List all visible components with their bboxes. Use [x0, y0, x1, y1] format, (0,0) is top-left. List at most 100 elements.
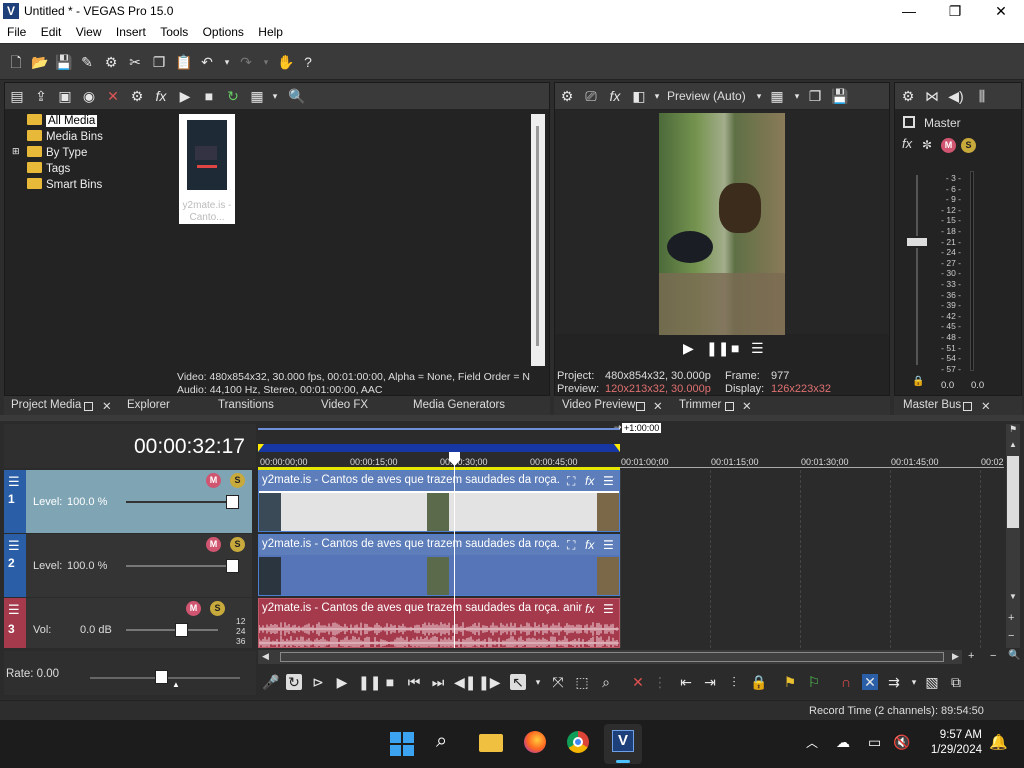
search-media-icon[interactable]: 🔍: [288, 88, 305, 104]
master-automation-icon[interactable]: ✼: [922, 138, 932, 153]
split-icon[interactable]: ⫶: [726, 674, 742, 690]
display-icon[interactable]: ▭: [868, 734, 881, 751]
ignore-grouping-icon[interactable]: ⧉: [948, 674, 964, 690]
zoom-tool-icon[interactable]: 🔍: [1008, 650, 1020, 661]
go-to-start-icon[interactable]: ⏮: [406, 674, 422, 690]
copy-snapshot-icon[interactable]: ❐: [807, 88, 823, 104]
firefox-icon[interactable]: [524, 731, 546, 753]
track-1-level-thumb[interactable]: [226, 495, 239, 509]
menu-insert[interactable]: Insert: [112, 23, 150, 39]
master-lock-icon[interactable]: 🔒: [912, 376, 924, 387]
tab-close-trimmer[interactable]: ✕: [742, 399, 752, 413]
ripple-dropdown-icon[interactable]: ▾: [906, 674, 922, 690]
menu-tools[interactable]: Tools: [156, 23, 192, 39]
track-2-video-clip[interactable]: y2mate.is - Cantos de aves que trazem sa…: [258, 534, 620, 596]
get-media-icon[interactable]: ◉: [81, 88, 97, 104]
track-1-header[interactable]: ☰ 1 M S Level: 100.0 %: [4, 470, 252, 533]
redo-dropdown-icon[interactable]: ▾: [258, 54, 274, 70]
tab-video-preview[interactable]: Video Preview: [562, 399, 635, 411]
envelope-tool-icon[interactable]: ⤧: [550, 674, 566, 690]
loop-region-bar[interactable]: [258, 444, 620, 452]
master-fx-icon[interactable]: fx: [902, 136, 912, 151]
zoom-in-horizontal-icon[interactable]: +: [968, 650, 974, 662]
loop-playback-icon[interactable]: ↻: [286, 674, 302, 690]
loop-end-marker[interactable]: [614, 444, 620, 452]
new-project-icon[interactable]: 🗋: [8, 54, 24, 70]
mixer-icon[interactable]: ⫼: [974, 88, 990, 104]
clip-3-fx-icon[interactable]: fx: [585, 602, 594, 616]
master-fader-handle[interactable]: [905, 236, 929, 248]
track-3-header[interactable]: ☰ 3 M S Vol: 0.0 dB 12 24 36: [4, 598, 252, 648]
master-checkbox[interactable]: [903, 116, 915, 128]
go-to-end-icon[interactable]: ⏭: [430, 674, 446, 690]
auto-crossfade-icon[interactable]: ✕: [862, 674, 878, 690]
tree-item-media-bins[interactable]: Media Bins: [27, 130, 103, 143]
clip-1-crop-icon[interactable]: ⛶: [567, 474, 575, 489]
clip-3-menu-icon[interactable]: ☰: [603, 602, 614, 616]
track-1-level-slider[interactable]: [126, 501, 238, 503]
menu-edit[interactable]: Edit: [37, 23, 66, 39]
tab-video-fx[interactable]: Video FX: [321, 399, 368, 411]
enable-snapping-icon[interactable]: ∩: [838, 674, 854, 690]
dim-output-icon[interactable]: ◀): [948, 88, 964, 104]
media-view-icon[interactable]: ▤: [9, 88, 25, 104]
pause-icon[interactable]: ❚❚: [358, 674, 381, 690]
save-as-icon[interactable]: ✎: [79, 54, 95, 70]
track-2-solo-icon[interactable]: S: [230, 537, 245, 552]
copy-icon[interactable]: ❐: [151, 54, 167, 70]
zoom-in-vertical-icon[interactable]: +: [1008, 612, 1014, 624]
normal-edit-tool-icon[interactable]: ↖: [510, 674, 526, 690]
track-2-mute-icon[interactable]: M: [206, 537, 221, 552]
split-screen-icon[interactable]: ◧: [631, 88, 647, 104]
track-1-menu-icon[interactable]: ☰: [8, 474, 20, 490]
auto-preview-icon[interactable]: ↻: [225, 88, 241, 104]
whats-this-icon[interactable]: ✋: [277, 54, 294, 70]
track-3-handle[interactable]: ☰ 3: [4, 598, 26, 648]
properties-gear-icon[interactable]: ⚙: [103, 54, 119, 70]
start-icon[interactable]: [390, 732, 414, 756]
clip-2-fx-icon[interactable]: fx: [585, 538, 594, 552]
track-1-solo-icon[interactable]: S: [230, 473, 245, 488]
stop-preview-icon[interactable]: ■: [201, 88, 217, 104]
overlays-grid-icon[interactable]: ▦: [769, 88, 785, 104]
insert-region-icon[interactable]: ⚐: [806, 674, 822, 690]
trim-icon[interactable]: ⋮: [652, 674, 668, 690]
track-2-handle[interactable]: ☰ 2: [4, 534, 26, 597]
tab-explorer[interactable]: Explorer: [127, 399, 170, 411]
selection-tool-icon[interactable]: ⬚: [574, 674, 590, 690]
play-preview-icon[interactable]: ▶: [177, 88, 193, 104]
clip-2-crop-icon[interactable]: ⛶: [567, 538, 575, 553]
preview-stop-icon[interactable]: ■: [731, 340, 739, 356]
track-1-mute-icon[interactable]: M: [206, 473, 221, 488]
save-icon[interactable]: 💾: [55, 54, 72, 70]
views-dropdown-icon[interactable]: ▾: [267, 88, 283, 104]
clip-1-menu-icon[interactable]: ☰: [603, 474, 614, 488]
tab-close-video-preview[interactable]: ✕: [653, 399, 663, 413]
track-2-level-thumb[interactable]: [226, 559, 239, 573]
track-3-vol-slider[interactable]: [126, 629, 218, 631]
views-icon[interactable]: ▦: [249, 88, 265, 104]
track-3-audio-clip[interactable]: y2mate.is - Cantos de aves que trazem sa…: [258, 598, 620, 648]
split-dropdown-icon[interactable]: ▾: [649, 88, 665, 104]
media-thumbnail[interactable]: y2mate.is - Canto...: [179, 114, 235, 224]
preview-pause-icon[interactable]: ❚❚: [706, 340, 729, 357]
search-icon[interactable]: ⌕: [436, 730, 447, 753]
tab-close-master-bus[interactable]: ✕: [981, 399, 991, 413]
zoom-edit-tool-icon[interactable]: ⌕: [598, 674, 614, 690]
trim-start-icon[interactable]: ⇤: [678, 674, 694, 690]
zoom-out-vertical-icon[interactable]: −: [1008, 630, 1014, 642]
play-icon[interactable]: ▶: [334, 674, 350, 690]
preview-fx-icon[interactable]: fx: [607, 88, 623, 104]
paste-icon[interactable]: 📋: [175, 54, 192, 70]
clip-1-fx-icon[interactable]: fx: [585, 474, 594, 488]
playhead-cursor[interactable]: [454, 452, 455, 648]
track-3-solo-icon[interactable]: S: [210, 601, 225, 616]
record-icon[interactable]: 🎤: [262, 674, 279, 690]
tab-close-project-media[interactable]: ✕: [102, 399, 112, 413]
preview-quality-arrow-icon[interactable]: ▾: [751, 88, 767, 104]
close-button[interactable]: ✕: [978, 0, 1024, 23]
delete-icon[interactable]: ✕: [630, 674, 646, 690]
save-snapshot-icon[interactable]: 💾: [831, 88, 848, 104]
play-from-start-icon[interactable]: ⊳: [310, 674, 326, 690]
edit-tool-dropdown-icon[interactable]: ▾: [530, 674, 546, 690]
